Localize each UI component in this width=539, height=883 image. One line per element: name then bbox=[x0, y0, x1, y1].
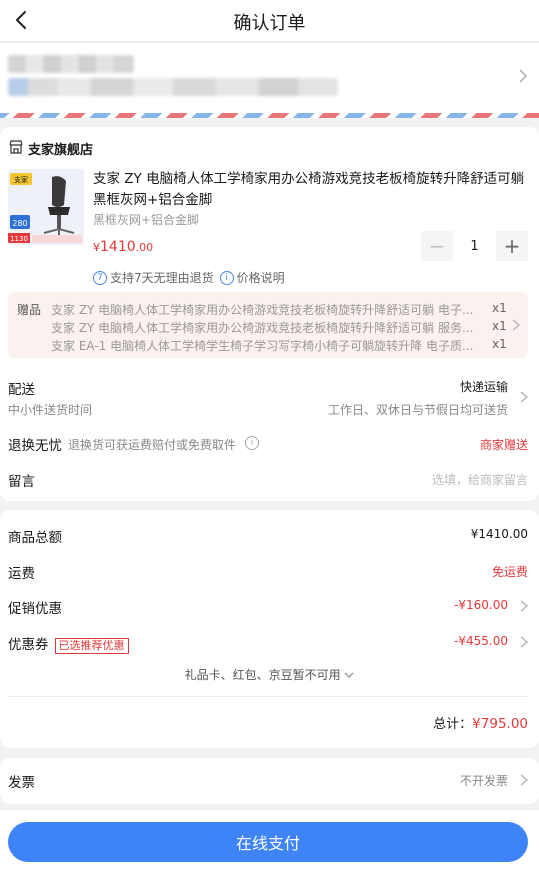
price-symbol: ¥ bbox=[93, 241, 100, 254]
shipping-label: 运费 bbox=[8, 566, 35, 582]
gift-qty: x1 bbox=[492, 337, 507, 351]
recipient-name-blurred bbox=[8, 55, 134, 73]
goods-total-value: ¥1410.00 bbox=[470, 527, 528, 541]
delivery-time[interactable]: 工作日、双休日与节假日均可送货 bbox=[328, 401, 508, 418]
coupon-row[interactable]: 优惠券 已选推荐优惠 bbox=[8, 633, 129, 654]
return-guarantee-desc: 退换货可获运费赔付或免费取件 bbox=[68, 438, 237, 452]
return-days-icon: 7 bbox=[93, 270, 107, 285]
chevron-right-icon bbox=[520, 600, 529, 612]
chevron-right-icon bbox=[520, 391, 529, 403]
gift-qty: x1 bbox=[492, 319, 507, 333]
bottom-pay-bar: 在线支付 bbox=[0, 810, 539, 883]
grand-total: 总计：¥795.00 bbox=[433, 713, 528, 732]
return-policy-tag[interactable]: 支持7天无理由退货 bbox=[110, 269, 214, 286]
quantity-value[interactable]: 1 bbox=[453, 231, 496, 261]
airmail-stripe bbox=[0, 113, 539, 118]
gift-box[interactable]: 赠品 支家 ZY 电脑椅人体工学椅家用办公椅游戏竞技老板椅旋转升降舒适可躺 电子… bbox=[8, 292, 528, 358]
product-image[interactable]: 支家 280 1130 bbox=[8, 169, 84, 245]
price-explanation-link[interactable]: 价格说明 bbox=[237, 269, 285, 286]
gift-qty: x1 bbox=[492, 301, 507, 315]
address-blurred bbox=[8, 78, 338, 96]
coupon-value[interactable]: -¥455.00 bbox=[454, 634, 508, 648]
gift-label: 赠品 bbox=[17, 303, 42, 317]
chevron-right-icon bbox=[520, 774, 529, 786]
unavailable-payments-text: 礼品卡、红包、京豆暂不可用 bbox=[184, 668, 341, 682]
price-integer: 1410 bbox=[100, 239, 136, 255]
grand-total-value: ¥795.00 bbox=[472, 716, 528, 732]
page-title: 确认订单 bbox=[233, 13, 306, 34]
message-input[interactable]: 选填，给商家留言 bbox=[432, 471, 528, 488]
shop-name[interactable]: 支家旗舰店 bbox=[28, 139, 93, 158]
unavailable-payments[interactable]: 礼品卡、红包、京豆暂不可用 bbox=[0, 666, 539, 683]
product-spec: 黑框灰网+铝合金脚 bbox=[93, 213, 200, 227]
gift-item: 支家 ZY 电脑椅人体工学椅家用办公椅游戏竞技老板椅旋转升降舒适可躺 电子... bbox=[51, 303, 474, 317]
service-tags: 7 支持7天无理由退货 i 价格说明 bbox=[93, 269, 285, 286]
chevron-right-icon bbox=[520, 636, 529, 648]
delivery-method[interactable]: 快递运输 bbox=[460, 378, 508, 395]
store-icon bbox=[9, 140, 23, 154]
quantity-stepper: − 1 + bbox=[421, 231, 528, 261]
product-image-price: 280 bbox=[12, 219, 27, 228]
promotion-value[interactable]: -¥160.00 bbox=[454, 598, 508, 612]
return-guarantee-value: 商家赠送 bbox=[479, 438, 528, 452]
invoice-card[interactable]: 发票 不开发票 bbox=[0, 758, 539, 804]
chevron-right-icon bbox=[512, 319, 521, 331]
grand-total-label: 总计： bbox=[433, 717, 473, 732]
coupon-recommended-tag: 已选推荐优惠 bbox=[54, 638, 129, 654]
return-guarantee-label: 退换无忧 bbox=[8, 438, 62, 454]
top-nav-bar: 确认订单 bbox=[0, 0, 539, 42]
shop-order-card: 支家旗舰店 支家 280 1130 支家 ZY 电脑椅人体工学椅家用办公椅游戏竞… bbox=[0, 127, 539, 501]
gift-item: 支家 EA-1 电脑椅人体工学椅学生椅子学习写字椅小椅子可躺旋转升降 电子质..… bbox=[51, 339, 474, 353]
promotion-label: 促销优惠 bbox=[8, 601, 62, 617]
gift-item: 支家 ZY 电脑椅人体工学椅家用办公椅游戏竞技老板椅旋转升降舒适可躺 服务... bbox=[51, 321, 474, 335]
info-icon[interactable]: i bbox=[245, 436, 259, 450]
divider bbox=[8, 696, 528, 697]
pay-online-button[interactable]: 在线支付 bbox=[8, 822, 528, 862]
goods-total-label: 商品总额 bbox=[8, 530, 62, 546]
price-decimal: .00 bbox=[135, 241, 154, 254]
address-card[interactable] bbox=[0, 43, 539, 118]
info-icon: i bbox=[219, 270, 234, 285]
product-image-brand: 支家 bbox=[14, 175, 28, 184]
price-summary-card: 商品总额 ¥1410.00 运费 免运费 促销优惠 -¥160.00 优惠券 已选… bbox=[0, 510, 539, 748]
invoice-value[interactable]: 不开发票 bbox=[460, 772, 508, 789]
chevron-right-icon bbox=[519, 69, 528, 83]
product-image-badge: 1130 bbox=[10, 235, 28, 243]
delivery-time-label: 中小件送货时间 bbox=[8, 403, 93, 417]
delivery-label: 配送 bbox=[8, 382, 35, 398]
product-price: ¥1410.00 bbox=[93, 239, 153, 255]
coupon-label: 优惠券 bbox=[8, 637, 49, 653]
increase-quantity-button[interactable]: + bbox=[496, 231, 528, 261]
message-label: 留言 bbox=[8, 474, 35, 490]
chevron-down-icon bbox=[344, 672, 354, 678]
shipping-value: 免运费 bbox=[491, 565, 528, 579]
invoice-label: 发票 bbox=[8, 775, 35, 791]
decrease-quantity-button[interactable]: − bbox=[421, 231, 453, 261]
product-title[interactable]: 支家 ZY 电脑椅人体工学椅家用办公椅游戏竞技老板椅旋转升降舒适可躺 黑框灰网+… bbox=[93, 169, 533, 211]
